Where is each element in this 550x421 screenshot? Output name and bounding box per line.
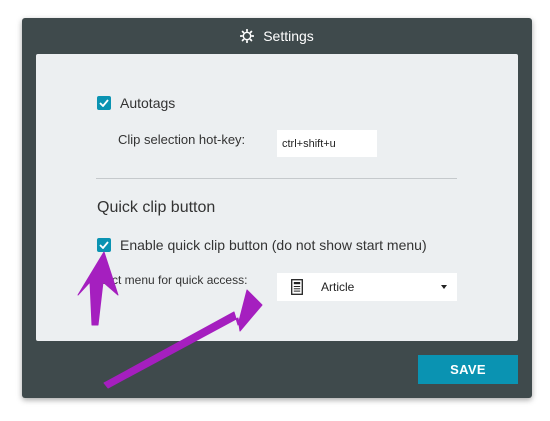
settings-dialog: Settings Autotags Clip selection hot-key… bbox=[22, 18, 532, 398]
chevron-down-icon bbox=[441, 285, 447, 289]
hotkey-input[interactable] bbox=[277, 130, 377, 157]
section-divider bbox=[96, 178, 457, 179]
save-button[interactable]: SAVE bbox=[418, 355, 518, 384]
autotags-row[interactable]: Autotags bbox=[97, 95, 175, 111]
quick-access-label-row: Select menu for quick access: bbox=[102, 273, 262, 287]
dialog-title: Settings bbox=[263, 28, 314, 44]
autotags-label: Autotags bbox=[120, 95, 176, 111]
quick-access-selected-value: Article bbox=[321, 280, 355, 294]
document-icon bbox=[291, 279, 303, 295]
enable-quick-clip-row[interactable]: Enable quick clip button (do not show st… bbox=[97, 237, 427, 253]
autotags-checkbox[interactable] bbox=[97, 96, 111, 110]
checkmark-icon bbox=[99, 99, 109, 107]
gear-icon bbox=[240, 29, 255, 43]
enable-quick-clip-label: Enable quick clip button (do not show st… bbox=[120, 237, 427, 253]
quick-access-select[interactable]: Article bbox=[277, 273, 457, 301]
checkmark-icon bbox=[99, 241, 109, 249]
settings-panel: Autotags Clip selection hot-key: Quick c… bbox=[36, 54, 518, 341]
enable-quick-clip-checkbox[interactable] bbox=[97, 238, 111, 252]
dialog-titlebar: Settings bbox=[22, 18, 532, 54]
quick-clip-section-title: Quick clip button bbox=[97, 199, 216, 216]
hotkey-label: Clip selection hot-key: bbox=[118, 132, 246, 147]
hotkey-label-row: Clip selection hot-key: bbox=[118, 132, 245, 147]
quick-access-label: Select menu for quick access: bbox=[102, 273, 248, 287]
